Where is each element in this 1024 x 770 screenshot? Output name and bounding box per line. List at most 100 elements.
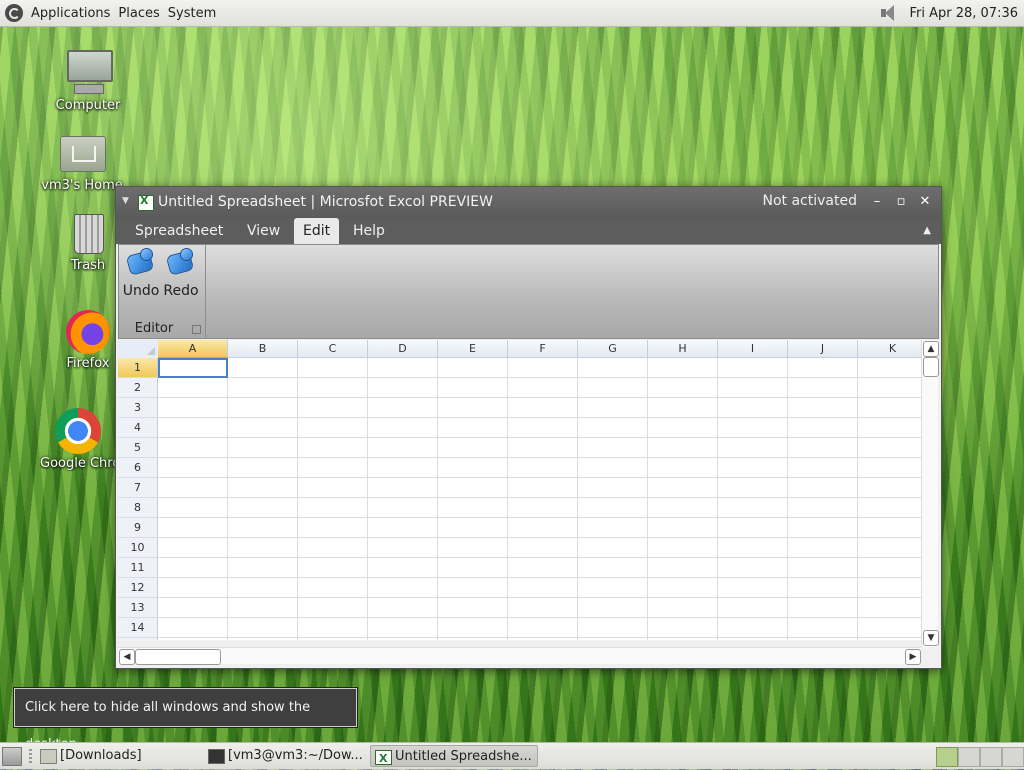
- task-spreadsheet[interactable]: Untitled Spreadshe...: [370, 745, 538, 770]
- vertical-scroll-thumb[interactable]: [923, 357, 939, 377]
- desktop-icon-computer[interactable]: Computer: [40, 48, 136, 113]
- ribbon-tabbar: Spreadsheet View Edit Help ▲: [116, 218, 941, 244]
- row-header[interactable]: 7: [118, 478, 158, 498]
- redo-label: Redo: [163, 283, 199, 299]
- task-terminal[interactable]: [vm3@vm3:~/Dow...: [204, 745, 366, 767]
- spreadsheet-window: ▼ Untitled Spreadsheet | Microsfot Excol…: [115, 186, 942, 669]
- scroll-right-button[interactable]: ▶: [905, 649, 921, 665]
- horizontal-scrollbar[interactable]: ◀ ▶: [118, 647, 921, 665]
- show-desktop-button[interactable]: [2, 747, 22, 766]
- taskbar-grip[interactable]: [29, 749, 32, 763]
- undo-button[interactable]: Undo: [121, 249, 161, 299]
- chrome-icon: [55, 408, 101, 454]
- menu-applications[interactable]: Applications: [29, 6, 116, 21]
- ribbon: Undo Redo Editor: [118, 244, 939, 339]
- excol-icon: [375, 748, 392, 770]
- close-button[interactable]: ✕: [917, 194, 933, 210]
- desktop-icon-chrome[interactable]: Google Chrome: [40, 408, 116, 471]
- horizontal-scroll-thumb[interactable]: [135, 649, 221, 665]
- desktop-icon-home[interactable]: vm3's Home: [40, 128, 124, 193]
- cell-area[interactable]: [158, 358, 921, 640]
- column-header[interactable]: H: [648, 340, 718, 358]
- row-header[interactable]: 4: [118, 418, 158, 438]
- tab-help[interactable]: Help: [344, 218, 394, 244]
- show-desktop-tooltip: Click here to hide all windows and show …: [13, 687, 358, 752]
- terminal-icon: [208, 749, 225, 764]
- active-cell[interactable]: [158, 358, 228, 378]
- home-folder-icon: [58, 128, 106, 176]
- task-downloads[interactable]: [Downloads]: [36, 745, 200, 767]
- column-header[interactable]: A: [158, 340, 228, 358]
- scroll-up-button[interactable]: ▲: [923, 341, 939, 357]
- top-panel: Applications Places System Fri Apr 28, 0…: [0, 0, 1024, 27]
- ribbon-group-label: Editor: [134, 321, 174, 336]
- row-header[interactable]: 2: [118, 378, 158, 398]
- desktop-icon-label: Trash: [70, 258, 106, 273]
- workspace-2[interactable]: [958, 747, 980, 767]
- desktop-icon-label: Firefox: [66, 356, 110, 371]
- maximize-button[interactable]: ▫: [893, 194, 909, 210]
- ribbon-collapse-icon[interactable]: ▲: [923, 225, 931, 236]
- menu-places[interactable]: Places: [116, 6, 165, 21]
- computer-icon: [64, 48, 113, 96]
- scroll-down-button[interactable]: ▼: [923, 630, 939, 646]
- column-header[interactable]: I: [718, 340, 788, 358]
- tab-view[interactable]: View: [238, 218, 289, 244]
- ribbon-group-editor: Undo Redo Editor: [119, 245, 206, 338]
- spreadsheet-grid[interactable]: ABCDEFGHIJK123456789101112131415: [118, 340, 921, 640]
- column-header[interactable]: D: [368, 340, 438, 358]
- volume-icon[interactable]: [877, 3, 899, 23]
- tab-edit[interactable]: Edit: [294, 218, 340, 244]
- row-header[interactable]: 8: [118, 498, 158, 518]
- row-header[interactable]: 1: [118, 358, 158, 378]
- puzzle-redo-icon: [166, 249, 196, 279]
- column-header[interactable]: B: [228, 340, 298, 358]
- undo-label: Undo: [122, 283, 160, 299]
- puzzle-undo-icon: [126, 249, 156, 279]
- task-label: [vm3@vm3:~/Dow...: [228, 748, 363, 763]
- desktop-icon-label: Computer: [55, 98, 121, 113]
- workspace-1[interactable]: [936, 747, 958, 767]
- row-header[interactable]: 6: [118, 458, 158, 478]
- trash-icon: [64, 208, 112, 256]
- workspace-3[interactable]: [980, 747, 1002, 767]
- column-header[interactable]: J: [788, 340, 858, 358]
- excol-app-icon: [138, 194, 154, 211]
- row-header[interactable]: 11: [118, 558, 158, 578]
- row-header[interactable]: 3: [118, 398, 158, 418]
- row-header[interactable]: 12: [118, 578, 158, 598]
- bottom-taskbar: [Downloads] [vm3@vm3:~/Dow... Untitled S…: [0, 742, 1024, 770]
- firefox-icon: [66, 310, 110, 354]
- row-header[interactable]: 15: [118, 638, 158, 640]
- window-title: Untitled Spreadsheet | Microsfot Excol P…: [158, 194, 493, 210]
- minimize-button[interactable]: –: [869, 194, 885, 210]
- column-header[interactable]: E: [438, 340, 508, 358]
- menu-system[interactable]: System: [166, 6, 222, 21]
- select-all-corner[interactable]: [118, 340, 159, 359]
- top-panel-tray: Fri Apr 28, 07:36: [877, 0, 1018, 26]
- task-label: Untitled Spreadshe...: [395, 749, 532, 764]
- row-header[interactable]: 10: [118, 538, 158, 558]
- row-header[interactable]: 13: [118, 598, 158, 618]
- activation-status: Not activated: [762, 193, 858, 209]
- clock[interactable]: Fri Apr 28, 07:36: [909, 6, 1018, 21]
- redo-button[interactable]: Redo: [161, 249, 201, 299]
- vertical-scrollbar[interactable]: ▲ ▼: [921, 340, 939, 647]
- row-header[interactable]: 9: [118, 518, 158, 538]
- window-titlebar[interactable]: ▼ Untitled Spreadsheet | Microsfot Excol…: [116, 187, 941, 218]
- distro-logo-icon[interactable]: [5, 4, 23, 22]
- row-header[interactable]: 5: [118, 438, 158, 458]
- row-header[interactable]: 14: [118, 618, 158, 638]
- group-launcher-icon[interactable]: [192, 325, 201, 334]
- column-header[interactable]: F: [508, 340, 578, 358]
- window-menu-arrow-icon[interactable]: ▼: [122, 196, 129, 206]
- column-header[interactable]: C: [298, 340, 368, 358]
- tab-spreadsheet[interactable]: Spreadsheet: [126, 218, 232, 244]
- workspace-4[interactable]: [1002, 747, 1024, 767]
- column-header[interactable]: G: [578, 340, 648, 358]
- scroll-left-button[interactable]: ◀: [119, 649, 135, 665]
- desktop-icon-label: vm3's Home: [41, 178, 123, 193]
- column-header[interactable]: K: [858, 340, 921, 358]
- task-label: [Downloads]: [60, 748, 142, 763]
- folder-icon: [40, 749, 57, 764]
